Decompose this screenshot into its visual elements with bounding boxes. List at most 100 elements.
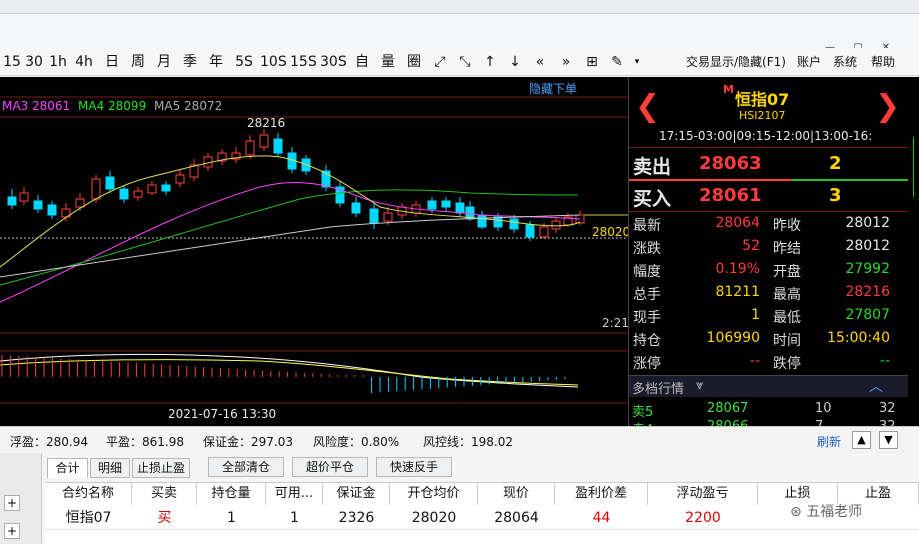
period-button[interactable]: 15S bbox=[290, 52, 317, 72]
stat-label: 跌停 bbox=[773, 356, 801, 372]
stat-value: 28012 bbox=[845, 215, 890, 231]
refresh-link[interactable]: 刷新 bbox=[817, 433, 841, 450]
pen-icon[interactable]: ✎ bbox=[607, 52, 627, 72]
contract-name: 恒指07 bbox=[735, 90, 790, 109]
depth-label: 卖4 bbox=[632, 419, 653, 426]
candle-body bbox=[133, 190, 143, 198]
candle-body bbox=[441, 200, 451, 208]
tab-details[interactable]: 明细 bbox=[90, 458, 130, 478]
period-button[interactable]: 4h bbox=[72, 52, 96, 72]
column-header[interactable]: 可用... bbox=[266, 483, 323, 505]
reverse-button[interactable]: 快速反手 bbox=[376, 457, 452, 477]
tab-stop-loss[interactable]: 止损止盈 bbox=[132, 458, 190, 478]
stat-value: 81211 bbox=[715, 284, 760, 300]
candle-body bbox=[351, 202, 361, 214]
arrow-down-icon[interactable]: ↓ bbox=[505, 52, 525, 72]
tab-summary[interactable]: 合计 bbox=[47, 458, 88, 478]
next-contract-icon[interactable]: ❯ bbox=[875, 89, 900, 124]
period-button[interactable]: 5S bbox=[232, 52, 256, 72]
period-button[interactable]: 圈 bbox=[402, 52, 426, 72]
watermark: ⊛ 五福老师 bbox=[790, 501, 862, 521]
date-label: 2021-07-16 13:30 bbox=[168, 407, 277, 421]
period-button[interactable]: 30S bbox=[320, 52, 347, 72]
column-header[interactable]: 持仓量 bbox=[197, 483, 266, 505]
hide-order-link[interactable]: 隐藏下单 bbox=[529, 80, 577, 97]
stat-value: 106990 bbox=[706, 330, 760, 346]
menu-help[interactable]: 帮助 bbox=[871, 53, 895, 70]
prev-contract-icon[interactable]: ❮ bbox=[635, 89, 660, 124]
candle-body bbox=[477, 214, 487, 228]
ma5-label: MA5 28072 bbox=[154, 99, 223, 113]
period-button[interactable]: 季 bbox=[178, 52, 202, 72]
depth-extra: 32 bbox=[879, 401, 896, 416]
ask-qty: 2 bbox=[829, 153, 842, 174]
period-button[interactable]: 日 bbox=[100, 52, 124, 72]
period-button[interactable]: 量 bbox=[376, 52, 400, 72]
expand-plus-icon[interactable]: + bbox=[4, 495, 20, 511]
period-button[interactable]: 15 bbox=[0, 52, 24, 72]
column-header[interactable]: 盈利价差 bbox=[555, 483, 648, 505]
stat-value: 52 bbox=[742, 238, 760, 254]
double-left-icon[interactable]: « bbox=[530, 52, 550, 72]
stat-label: 现手 bbox=[633, 310, 661, 326]
period-button[interactable]: 自 bbox=[350, 52, 374, 72]
double-chevron-down-icon[interactable]: ⩔ bbox=[696, 378, 703, 393]
depth-extra: 32 bbox=[879, 419, 896, 426]
table-cell: 2326 bbox=[338, 510, 375, 526]
dropdown-icon[interactable]: ▾ bbox=[632, 52, 642, 72]
column-header[interactable]: 买卖 bbox=[132, 483, 197, 505]
stat-label: 最低 bbox=[773, 310, 801, 326]
period-button[interactable]: 年 bbox=[204, 52, 228, 72]
candle-body bbox=[147, 184, 157, 194]
depth-header[interactable]: 多档行情 bbox=[632, 378, 684, 397]
depth-label: 卖5 bbox=[632, 405, 654, 420]
column-header[interactable]: 现价 bbox=[478, 483, 555, 505]
positions-panel: + + 合计 明细 止损止盈 全部清仓 超价平仓 快速反手 合约名称 买卖 持仓量可… bbox=[0, 453, 919, 544]
column-header[interactable]: 保证金 bbox=[323, 483, 390, 505]
period-button[interactable]: 周 bbox=[126, 52, 150, 72]
column-header[interactable]: 合约名称 bbox=[45, 483, 132, 505]
double-right-icon[interactable]: » bbox=[556, 52, 576, 72]
shrink-icon[interactable]: ⤡ bbox=[455, 52, 475, 72]
expand-icon[interactable]: ⤢ bbox=[430, 52, 450, 72]
margin: 保证金：297.03 bbox=[203, 435, 293, 449]
candle-body bbox=[7, 196, 17, 206]
quote-panel: ❮ ❯ M 恒指07 HSI2107 17:15-03:00|09:15-12:… bbox=[628, 77, 908, 426]
expand-plus-icon-2[interactable]: + bbox=[4, 523, 20, 539]
trading-sessions: 17:15-03:00|09:15-12:00|13:00-16: bbox=[659, 129, 873, 143]
depth-qty: 7 bbox=[815, 419, 823, 426]
ask-price[interactable]: 28063 bbox=[699, 153, 762, 174]
menu-account[interactable]: 账户 bbox=[797, 53, 821, 70]
chevron-up-icon[interactable]: ︿ bbox=[869, 376, 883, 396]
watermark-icon: ⊛ bbox=[790, 504, 807, 520]
period-button[interactable]: 30 bbox=[22, 52, 46, 72]
candle-body bbox=[427, 200, 437, 210]
menu-system[interactable]: 系统 bbox=[833, 53, 857, 70]
candle-body bbox=[383, 212, 393, 222]
candle-body bbox=[75, 198, 85, 208]
column-header[interactable]: 浮动盈亏 bbox=[648, 483, 758, 505]
collapse-down-icon[interactable]: ▼ bbox=[879, 431, 898, 449]
time-marker: 2:21 bbox=[602, 316, 628, 330]
market-close-button[interactable]: 超价平仓 bbox=[292, 457, 368, 477]
candle-body bbox=[91, 178, 101, 200]
stat-label: 最新 bbox=[633, 218, 661, 234]
price-line-label: 28020 bbox=[592, 225, 628, 239]
candle-body bbox=[493, 216, 503, 228]
period-button[interactable]: 1h bbox=[46, 52, 70, 72]
candle-body bbox=[245, 140, 255, 156]
close-all-button[interactable]: 全部清仓 bbox=[208, 457, 284, 477]
stat-label: 涨跌 bbox=[633, 241, 661, 257]
floating-profit: 浮盈：280.94 bbox=[10, 435, 88, 449]
stat-label: 最高 bbox=[773, 287, 801, 303]
menu-trade-toggle[interactable]: 交易显示/隐藏(F1) bbox=[686, 53, 786, 70]
arrow-up-icon[interactable]: ↑ bbox=[480, 52, 500, 72]
bid-price[interactable]: 28061 bbox=[699, 185, 762, 206]
period-button[interactable]: 10S bbox=[260, 52, 287, 72]
grid-icon[interactable]: ⊞ bbox=[582, 52, 602, 72]
collapse-up-icon[interactable]: ▲ bbox=[852, 431, 871, 449]
stat-value: 0.19% bbox=[715, 261, 760, 277]
period-button[interactable]: 月 bbox=[152, 52, 176, 72]
kline-chart[interactable]: MA3 28061 MA4 28099 MA5 28072 隐藏下单 28216… bbox=[0, 77, 628, 426]
column-header[interactable]: 开仓均价 bbox=[390, 483, 478, 505]
